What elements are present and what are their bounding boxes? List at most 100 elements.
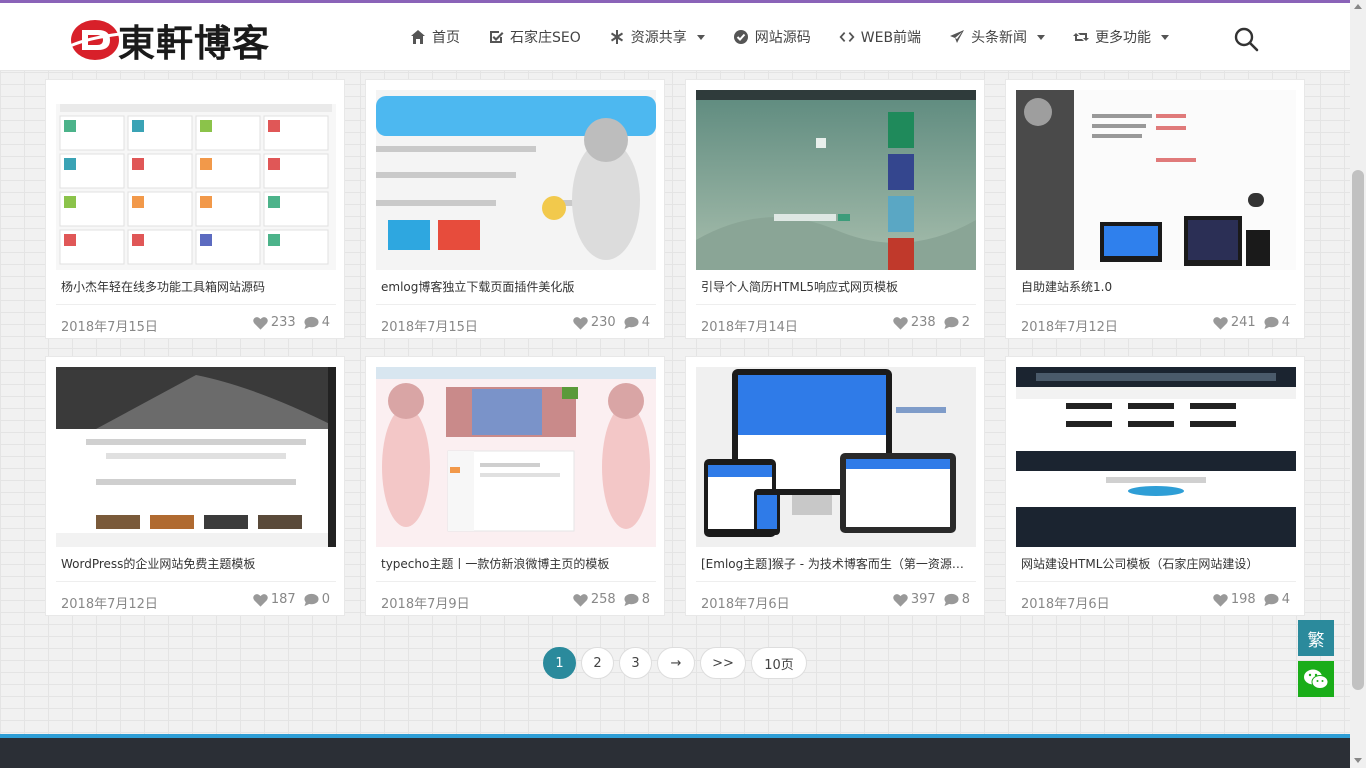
nav-item-label: 资源共享 xyxy=(630,30,687,46)
post-title[interactable]: 杨小杰年轻在线多功能工具箱网站源码 xyxy=(61,278,331,295)
card-divider xyxy=(1016,581,1296,582)
card-divider xyxy=(376,304,656,305)
home-icon xyxy=(411,30,425,44)
card-divider xyxy=(696,581,976,582)
page-1-button[interactable]: 1 xyxy=(543,647,576,679)
scroll-down-arrow-icon[interactable] xyxy=(1354,758,1362,763)
traditional-chinese-toggle[interactable]: 繁 xyxy=(1298,620,1334,656)
pagination: 1 2 3 → >> 10页 xyxy=(543,647,812,679)
post-thumbnail[interactable] xyxy=(1016,90,1296,270)
post-title[interactable]: [Emlog主题]猴子 - 为技术博客而生（第一资源网） xyxy=(701,555,971,572)
post-card[interactable]: [Emlog主题]猴子 - 为技术博客而生（第一资源网） 2018年7月6日 3… xyxy=(685,356,985,616)
card-divider xyxy=(56,304,336,305)
post-title[interactable]: 网站建设HTML公司模板（石家庄网站建设） xyxy=(1021,555,1291,572)
page-3-button[interactable]: 3 xyxy=(619,647,652,679)
comment-icon xyxy=(944,593,959,606)
scrollbar-thumb[interactable] xyxy=(1352,170,1364,690)
post-card[interactable]: emlog博客独立下载页面插件美化版 2018年7月15日 230 4 xyxy=(365,79,665,339)
post-thumbnail[interactable] xyxy=(696,90,976,270)
traditional-label: 繁 xyxy=(1307,630,1325,651)
page-2-button[interactable]: 2 xyxy=(581,647,614,679)
post-stats: 238 2 xyxy=(893,315,970,330)
post-date: 2018年7月6日 xyxy=(1021,597,1110,612)
comment-icon xyxy=(624,316,639,329)
nav-item-home[interactable]: 首页 xyxy=(396,3,474,71)
post-title[interactable]: 自助建站系统1.0 xyxy=(1021,278,1291,295)
post-thumbnail[interactable] xyxy=(696,367,976,547)
nav-item-more[interactable]: 更多功能 xyxy=(1059,3,1183,71)
post-thumbnail[interactable] xyxy=(56,367,336,547)
next-page-button[interactable]: → xyxy=(657,647,695,679)
post-stats: 187 0 xyxy=(253,592,330,607)
wechat-icon xyxy=(1304,669,1329,689)
comment-icon xyxy=(304,316,319,329)
comment-icon xyxy=(624,593,639,606)
download-page-thumbnail xyxy=(376,90,656,270)
post-date: 2018年7月15日 xyxy=(381,320,478,335)
logo-text: 東軒博客 xyxy=(118,21,270,65)
heart-icon[interactable] xyxy=(573,316,588,330)
asterisk-icon xyxy=(610,30,623,44)
checkbox-icon xyxy=(490,31,504,43)
post-title[interactable]: WordPress的企业网站免费主题模板 xyxy=(61,555,331,572)
post-card[interactable]: typecho主题丨一款仿新浪微博主页的模板 2018年7月9日 258 8 xyxy=(365,356,665,616)
heart-icon[interactable] xyxy=(573,593,588,607)
wordpress-theme-thumbnail xyxy=(56,367,336,547)
nav-item-label: 更多功能 xyxy=(1095,30,1152,46)
heart-icon[interactable] xyxy=(893,316,908,330)
heart-icon[interactable] xyxy=(253,316,268,330)
heart-icon[interactable] xyxy=(1213,593,1228,607)
comment-count: 4 xyxy=(1281,315,1290,330)
comment-count: 4 xyxy=(321,315,330,330)
card-divider xyxy=(376,581,656,582)
post-stats: 397 8 xyxy=(893,592,970,607)
nav-item-label: 石家庄SEO xyxy=(510,30,581,46)
heart-icon[interactable] xyxy=(1213,316,1228,330)
like-count: 241 xyxy=(1230,315,1256,330)
post-thumbnail[interactable] xyxy=(376,367,656,547)
comment-count: 0 xyxy=(321,592,330,607)
post-title[interactable]: 引导个人简历HTML5响应式网页模板 xyxy=(701,278,971,295)
nav-item-resources[interactable]: 资源共享 xyxy=(595,3,719,71)
site-logo[interactable]: 東軒博客 xyxy=(68,13,298,67)
post-stats: 233 4 xyxy=(253,315,330,330)
card-divider xyxy=(1016,304,1296,305)
logo-mark-icon xyxy=(69,20,121,60)
code-icon xyxy=(839,32,855,42)
monkey-theme-thumbnail xyxy=(696,367,976,547)
nav-item-seo[interactable]: 石家庄SEO xyxy=(474,3,595,71)
post-thumbnail[interactable] xyxy=(376,90,656,270)
like-count: 230 xyxy=(590,315,616,330)
chevron-down-icon xyxy=(1037,34,1046,40)
scroll-up-arrow-icon[interactable] xyxy=(1354,4,1362,9)
search-button[interactable] xyxy=(1232,25,1260,53)
company-template-thumbnail xyxy=(1016,367,1296,547)
post-card[interactable]: WordPress的企业网站免费主题模板 2018年7月12日 187 0 xyxy=(45,356,345,616)
nav-item-web-frontend[interactable]: WEB前端 xyxy=(825,3,935,71)
post-card[interactable]: 杨小杰年轻在线多功能工具箱网站源码 2018年7月15日 233 4 xyxy=(45,79,345,339)
heart-icon[interactable] xyxy=(253,593,268,607)
post-date: 2018年7月15日 xyxy=(61,320,158,335)
comment-icon xyxy=(304,593,319,606)
post-thumbnail[interactable] xyxy=(56,90,336,270)
comment-icon xyxy=(944,316,959,329)
post-card[interactable]: 自助建站系统1.0 2018年7月12日 241 4 xyxy=(1005,79,1305,339)
post-title[interactable]: emlog博客独立下载页面插件美化版 xyxy=(381,278,651,295)
like-count: 198 xyxy=(1230,592,1256,607)
post-thumbnail[interactable] xyxy=(1016,367,1296,547)
chevron-down-icon xyxy=(696,34,705,40)
like-count: 397 xyxy=(910,592,936,607)
nav-item-source-code[interactable]: 网站源码 xyxy=(719,3,825,71)
like-count: 233 xyxy=(270,315,296,330)
total-pages-button[interactable]: 10页 xyxy=(751,647,807,679)
post-title[interactable]: typecho主题丨一款仿新浪微博主页的模板 xyxy=(381,555,651,572)
post-stats: 241 4 xyxy=(1213,315,1290,330)
post-card[interactable]: 网站建设HTML公司模板（石家庄网站建设） 2018年7月6日 198 4 xyxy=(1005,356,1305,616)
heart-icon[interactable] xyxy=(893,593,908,607)
nav-item-headlines[interactable]: 头条新闻 xyxy=(935,3,1059,71)
site-builder-thumbnail xyxy=(1016,90,1296,270)
post-card[interactable]: 引导个人简历HTML5响应式网页模板 2018年7月14日 238 2 xyxy=(685,79,985,339)
tools-grid-thumbnail xyxy=(56,90,336,270)
wechat-button[interactable] xyxy=(1298,661,1334,697)
last-page-button[interactable]: >> xyxy=(700,647,746,679)
